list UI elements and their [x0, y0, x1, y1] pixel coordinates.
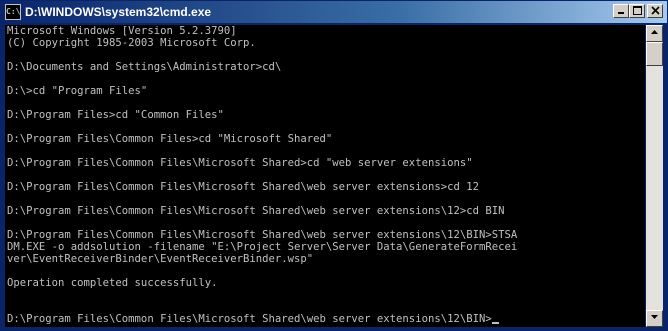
console-line: DM.EXE -o addsolution -filename "E:\Proj…: [7, 241, 518, 253]
console-line: D:\>cd "Program Files": [7, 85, 148, 97]
console-line: Operation completed successfully.: [7, 277, 218, 289]
console-line: D:\Program Files>cd "Common Files": [7, 109, 224, 121]
minimize-icon: [618, 12, 624, 14]
text-cursor: [491, 322, 499, 324]
console-line: D:\Program Files\Common Files\Microsoft …: [7, 181, 479, 193]
close-icon: [650, 6, 660, 15]
console-line: D:\Program Files\Common Files>cd "Micros…: [7, 133, 333, 145]
vertical-scrollbar[interactable]: [646, 25, 663, 327]
console-line: D:\Program Files\Common Files\Microsoft …: [7, 205, 505, 217]
console-line: D:\Program Files\Common Files\Microsoft …: [7, 157, 473, 169]
scroll-down-arrow-icon: [651, 315, 658, 319]
console-output[interactable]: Microsoft Windows [Version 5.2.3790] (C) …: [5, 25, 645, 327]
minimize-button[interactable]: [613, 4, 629, 18]
title-bar[interactable]: C:\ D:\WINDOWS\system32\cmd.exe: [1, 1, 667, 23]
cmd-window-icon[interactable]: C:\: [5, 4, 21, 20]
console-line: (C) Copyright 1985-2003 Microsoft Corp.: [7, 37, 256, 49]
cmd-window: C:\ D:\WINDOWS\system32\cmd.exe Microsof…: [0, 0, 668, 331]
console-line: D:\Documents and Settings\Administrator>…: [7, 61, 282, 73]
scroll-thumb[interactable]: [646, 42, 663, 66]
window-title: D:\WINDOWS\system32\cmd.exe: [25, 5, 212, 19]
console-line: ver\EventReceiverBinder\EventReceiverBin…: [7, 253, 314, 265]
maximize-button[interactable]: [629, 4, 645, 18]
scroll-up-arrow-icon: [651, 30, 658, 34]
maximize-icon: [632, 6, 642, 15]
scroll-down-button[interactable]: [646, 310, 663, 327]
console-line: D:\Program Files\Common Files\Microsoft …: [5, 313, 645, 325]
scroll-up-button[interactable]: [646, 25, 663, 42]
console-line: D:\Program Files\Common Files\Microsoft …: [7, 229, 518, 241]
close-button[interactable]: [647, 4, 663, 18]
console-line: Microsoft Windows [Version 5.2.3790]: [7, 25, 237, 37]
